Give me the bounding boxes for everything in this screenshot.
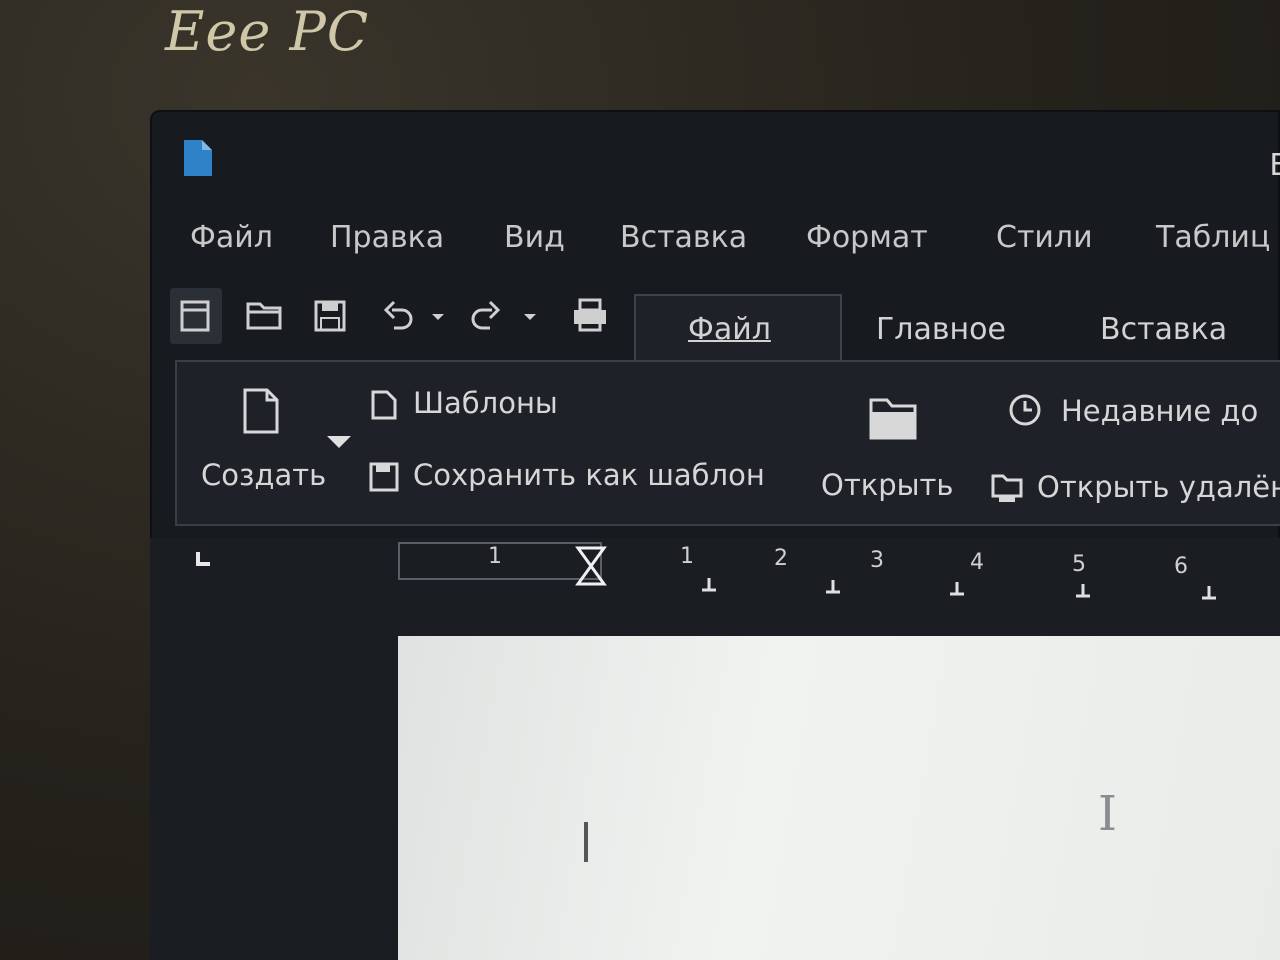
redo-dropdown-icon[interactable] — [516, 288, 544, 344]
tab-insert[interactable]: Вставка — [1100, 294, 1260, 362]
ruler-number: 6 — [1174, 554, 1188, 579]
ruler-number: 2 — [774, 546, 788, 571]
menu-table[interactable]: Таблиц — [1156, 220, 1270, 255]
templates-icon — [369, 388, 399, 422]
ruler-number: 1 — [680, 544, 694, 569]
menu-styles[interactable]: Стили — [996, 220, 1093, 255]
open-remote-icon — [989, 470, 1025, 504]
recent-documents-button[interactable]: Недавние до — [1061, 394, 1258, 428]
redo-icon[interactable] — [460, 288, 512, 344]
tab-stop-marker[interactable] — [826, 580, 840, 594]
tab-insert-label: Вставка — [1100, 312, 1228, 347]
ibeam-pointer-icon: I — [1098, 786, 1117, 842]
tab-home[interactable]: Главное — [876, 294, 1036, 362]
title-bar: Б — [150, 110, 1280, 190]
menu-bar: Файл Правка Вид Вставка Формат Стили Таб… — [150, 210, 1280, 270]
menu-insert[interactable]: Вставка — [620, 220, 747, 255]
app-window: Б Файл Правка Вид Вставка Формат Стили Т… — [150, 110, 1280, 960]
menu-format[interactable]: Формат — [806, 220, 928, 255]
create-icon[interactable] — [237, 382, 287, 438]
brand-logo: Eee PC — [165, 0, 370, 63]
open-remote-button[interactable]: Открыть удалён — [1037, 470, 1280, 504]
ruler-number: 5 — [1072, 552, 1086, 577]
new-document-icon[interactable] — [170, 288, 222, 344]
document-app-icon — [182, 138, 214, 178]
open-button[interactable]: Открыть — [821, 468, 954, 502]
tab-stop-marker[interactable] — [950, 582, 964, 596]
undo-icon[interactable] — [372, 288, 424, 344]
ruler-number: 4 — [970, 550, 984, 575]
save-as-template-button[interactable]: Сохранить как шаблон — [413, 458, 765, 492]
ruler-number: 1 — [488, 544, 502, 569]
window-title: Б — [1269, 148, 1280, 183]
indent-marker-icon[interactable] — [574, 546, 608, 586]
print-icon[interactable] — [564, 288, 616, 344]
ribbon-panel: Создать Шаблоны Сохранить как шаблон Отк… — [175, 360, 1280, 526]
tab-stop-marker[interactable] — [1202, 586, 1216, 600]
menu-edit[interactable]: Правка — [330, 220, 444, 255]
tab-stop-marker[interactable] — [702, 578, 716, 592]
ruler-number: 3 — [870, 548, 884, 573]
save-icon[interactable] — [304, 288, 356, 344]
save-template-icon — [367, 460, 401, 494]
tab-file[interactable]: Файл — [634, 294, 842, 364]
templates-button[interactable]: Шаблоны — [413, 386, 558, 420]
create-dropdown-icon[interactable] — [325, 432, 353, 452]
ruler: 1 1 2 3 4 5 6 — [150, 538, 1280, 618]
open-folder-icon[interactable] — [238, 288, 290, 344]
create-button[interactable]: Создать — [201, 458, 326, 492]
tab-file-label: Файл — [688, 312, 771, 347]
menu-view[interactable]: Вид — [504, 220, 565, 255]
tab-stop-selector[interactable] — [196, 552, 210, 566]
tab-stop-marker[interactable] — [1076, 584, 1090, 598]
tab-home-label: Главное — [876, 312, 1006, 347]
document-page[interactable]: I — [398, 636, 1280, 960]
clock-icon — [1007, 392, 1043, 428]
open-icon[interactable] — [867, 392, 919, 444]
text-cursor — [584, 822, 588, 862]
undo-dropdown-icon[interactable] — [424, 288, 452, 344]
menu-file[interactable]: Файл — [190, 220, 273, 255]
